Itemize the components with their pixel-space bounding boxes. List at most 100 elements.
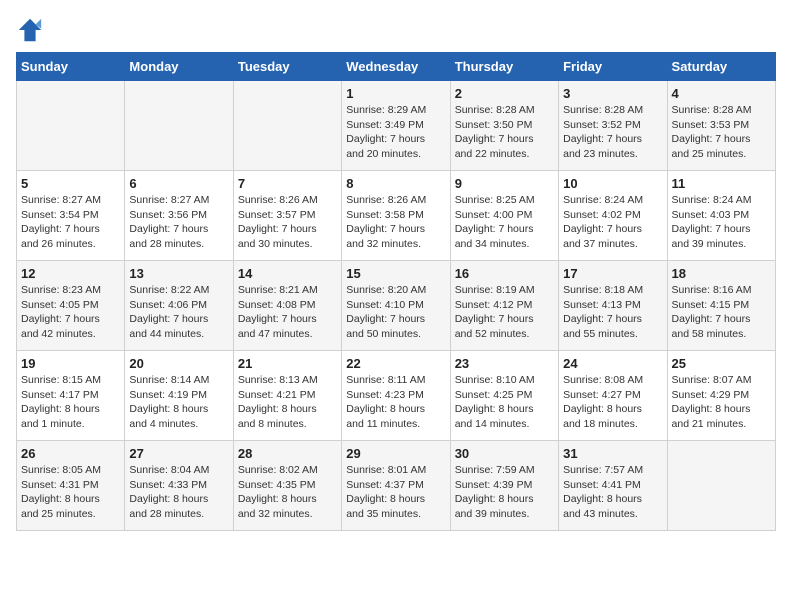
day-number: 27 (129, 446, 228, 461)
header-wednesday: Wednesday (342, 53, 450, 81)
calendar-cell: 12 Sunrise: 8:23 AM Sunset: 4:05 PM Dayli… (17, 261, 125, 351)
day-number: 25 (672, 356, 771, 371)
day-info: Sunrise: 8:28 AM Sunset: 3:50 PM Dayligh… (455, 103, 554, 162)
calendar-week-row: 1 Sunrise: 8:29 AM Sunset: 3:49 PM Daylig… (17, 81, 776, 171)
day-info: Sunrise: 8:02 AM Sunset: 4:35 PM Dayligh… (238, 463, 337, 522)
day-number: 17 (563, 266, 662, 281)
day-info: Sunrise: 8:20 AM Sunset: 4:10 PM Dayligh… (346, 283, 445, 342)
day-info: Sunrise: 7:57 AM Sunset: 4:41 PM Dayligh… (563, 463, 662, 522)
day-info: Sunrise: 8:08 AM Sunset: 4:27 PM Dayligh… (563, 373, 662, 432)
calendar-cell: 2 Sunrise: 8:28 AM Sunset: 3:50 PM Daylig… (450, 81, 558, 171)
calendar-week-row: 19 Sunrise: 8:15 AM Sunset: 4:17 PM Dayli… (17, 351, 776, 441)
calendar-cell: 5 Sunrise: 8:27 AM Sunset: 3:54 PM Daylig… (17, 171, 125, 261)
day-number: 22 (346, 356, 445, 371)
calendar-cell: 27 Sunrise: 8:04 AM Sunset: 4:33 PM Dayli… (125, 441, 233, 531)
day-info: Sunrise: 8:28 AM Sunset: 3:53 PM Dayligh… (672, 103, 771, 162)
day-number: 11 (672, 176, 771, 191)
calendar-cell: 8 Sunrise: 8:26 AM Sunset: 3:58 PM Daylig… (342, 171, 450, 261)
day-number: 5 (21, 176, 120, 191)
calendar-cell: 4 Sunrise: 8:28 AM Sunset: 3:53 PM Daylig… (667, 81, 775, 171)
day-info: Sunrise: 7:59 AM Sunset: 4:39 PM Dayligh… (455, 463, 554, 522)
day-info: Sunrise: 8:22 AM Sunset: 4:06 PM Dayligh… (129, 283, 228, 342)
calendar-cell: 19 Sunrise: 8:15 AM Sunset: 4:17 PM Dayli… (17, 351, 125, 441)
day-info: Sunrise: 8:11 AM Sunset: 4:23 PM Dayligh… (346, 373, 445, 432)
calendar-week-row: 5 Sunrise: 8:27 AM Sunset: 3:54 PM Daylig… (17, 171, 776, 261)
calendar-cell: 28 Sunrise: 8:02 AM Sunset: 4:35 PM Dayli… (233, 441, 341, 531)
calendar-cell: 30 Sunrise: 7:59 AM Sunset: 4:39 PM Dayli… (450, 441, 558, 531)
calendar-cell: 18Sunrise: 8:16 AM Sunset: 4:15 PM Dayli… (667, 261, 775, 351)
day-info: Sunrise: 8:19 AM Sunset: 4:12 PM Dayligh… (455, 283, 554, 342)
logo (16, 16, 48, 44)
header-friday: Friday (559, 53, 667, 81)
calendar-cell: 3 Sunrise: 8:28 AM Sunset: 3:52 PM Daylig… (559, 81, 667, 171)
logo-icon (16, 16, 44, 44)
day-number: 26 (21, 446, 120, 461)
day-info: Sunrise: 8:10 AM Sunset: 4:25 PM Dayligh… (455, 373, 554, 432)
day-info: Sunrise: 8:26 AM Sunset: 3:58 PM Dayligh… (346, 193, 445, 252)
day-number: 12 (21, 266, 120, 281)
calendar-cell: 9 Sunrise: 8:25 AM Sunset: 4:00 PM Daylig… (450, 171, 558, 261)
calendar-cell: 16 Sunrise: 8:19 AM Sunset: 4:12 PM Dayli… (450, 261, 558, 351)
day-number: 21 (238, 356, 337, 371)
calendar-cell: 10 Sunrise: 8:24 AM Sunset: 4:02 PM Dayli… (559, 171, 667, 261)
calendar-cell: 26 Sunrise: 8:05 AM Sunset: 4:31 PM Dayli… (17, 441, 125, 531)
calendar-cell: 21 Sunrise: 8:13 AM Sunset: 4:21 PM Dayli… (233, 351, 341, 441)
day-number: 13 (129, 266, 228, 281)
day-info: Sunrise: 8:18 AM Sunset: 4:13 PM Dayligh… (563, 283, 662, 342)
day-number: 30 (455, 446, 554, 461)
day-info: Sunrise: 8:07 AM Sunset: 4:29 PM Dayligh… (672, 373, 771, 432)
day-number: 23 (455, 356, 554, 371)
calendar-cell: 31Sunrise: 7:57 AM Sunset: 4:41 PM Dayli… (559, 441, 667, 531)
day-info: Sunrise: 8:13 AM Sunset: 4:21 PM Dayligh… (238, 373, 337, 432)
day-info: Sunrise: 8:29 AM Sunset: 3:49 PM Dayligh… (346, 103, 445, 162)
day-number: 19 (21, 356, 120, 371)
day-info: Sunrise: 8:25 AM Sunset: 4:00 PM Dayligh… (455, 193, 554, 252)
day-info: Sunrise: 8:28 AM Sunset: 3:52 PM Dayligh… (563, 103, 662, 162)
calendar-cell: 15 Sunrise: 8:20 AM Sunset: 4:10 PM Dayli… (342, 261, 450, 351)
day-number: 16 (455, 266, 554, 281)
header-thursday: Thursday (450, 53, 558, 81)
calendar-cell (667, 441, 775, 531)
day-number: 1 (346, 86, 445, 101)
calendar-week-row: 26 Sunrise: 8:05 AM Sunset: 4:31 PM Dayli… (17, 441, 776, 531)
calendar-header-row: SundayMondayTuesdayWednesdayThursdayFrid… (17, 53, 776, 81)
calendar-cell: 11 Sunrise: 8:24 AM Sunset: 4:03 PM Dayli… (667, 171, 775, 261)
day-info: Sunrise: 8:24 AM Sunset: 4:03 PM Dayligh… (672, 193, 771, 252)
day-info: Sunrise: 8:04 AM Sunset: 4:33 PM Dayligh… (129, 463, 228, 522)
day-number: 2 (455, 86, 554, 101)
day-info: Sunrise: 8:26 AM Sunset: 3:57 PM Dayligh… (238, 193, 337, 252)
day-number: 24 (563, 356, 662, 371)
calendar-cell: 14 Sunrise: 8:21 AM Sunset: 4:08 PM Dayli… (233, 261, 341, 351)
day-info: Sunrise: 8:27 AM Sunset: 3:54 PM Dayligh… (21, 193, 120, 252)
calendar-cell (17, 81, 125, 171)
day-number: 9 (455, 176, 554, 191)
calendar-cell: 17 Sunrise: 8:18 AM Sunset: 4:13 PM Dayli… (559, 261, 667, 351)
day-info: Sunrise: 8:21 AM Sunset: 4:08 PM Dayligh… (238, 283, 337, 342)
page-header (16, 16, 776, 44)
calendar-cell: 7Sunrise: 8:26 AM Sunset: 3:57 PM Daylig… (233, 171, 341, 261)
day-info: Sunrise: 8:15 AM Sunset: 4:17 PM Dayligh… (21, 373, 120, 432)
day-info: Sunrise: 8:14 AM Sunset: 4:19 PM Dayligh… (129, 373, 228, 432)
day-number: 3 (563, 86, 662, 101)
day-number: 28 (238, 446, 337, 461)
day-info: Sunrise: 8:16 AM Sunset: 4:15 PM Dayligh… (672, 283, 771, 342)
day-number: 29 (346, 446, 445, 461)
day-number: 4 (672, 86, 771, 101)
calendar-cell: 13 Sunrise: 8:22 AM Sunset: 4:06 PM Dayli… (125, 261, 233, 351)
calendar-body: 1 Sunrise: 8:29 AM Sunset: 3:49 PM Daylig… (17, 81, 776, 531)
header-tuesday: Tuesday (233, 53, 341, 81)
day-number: 10 (563, 176, 662, 191)
calendar-cell: 23 Sunrise: 8:10 AM Sunset: 4:25 PM Dayli… (450, 351, 558, 441)
calendar-cell: 20Sunrise: 8:14 AM Sunset: 4:19 PM Dayli… (125, 351, 233, 441)
day-info: Sunrise: 8:01 AM Sunset: 4:37 PM Dayligh… (346, 463, 445, 522)
calendar-cell: 29 Sunrise: 8:01 AM Sunset: 4:37 PM Dayli… (342, 441, 450, 531)
day-info: Sunrise: 8:05 AM Sunset: 4:31 PM Dayligh… (21, 463, 120, 522)
calendar-week-row: 12 Sunrise: 8:23 AM Sunset: 4:05 PM Dayli… (17, 261, 776, 351)
day-info: Sunrise: 8:23 AM Sunset: 4:05 PM Dayligh… (21, 283, 120, 342)
day-number: 14 (238, 266, 337, 281)
day-number: 15 (346, 266, 445, 281)
calendar-cell: 24 Sunrise: 8:08 AM Sunset: 4:27 PM Dayli… (559, 351, 667, 441)
day-info: Sunrise: 8:24 AM Sunset: 4:02 PM Dayligh… (563, 193, 662, 252)
calendar-cell (233, 81, 341, 171)
day-number: 8 (346, 176, 445, 191)
